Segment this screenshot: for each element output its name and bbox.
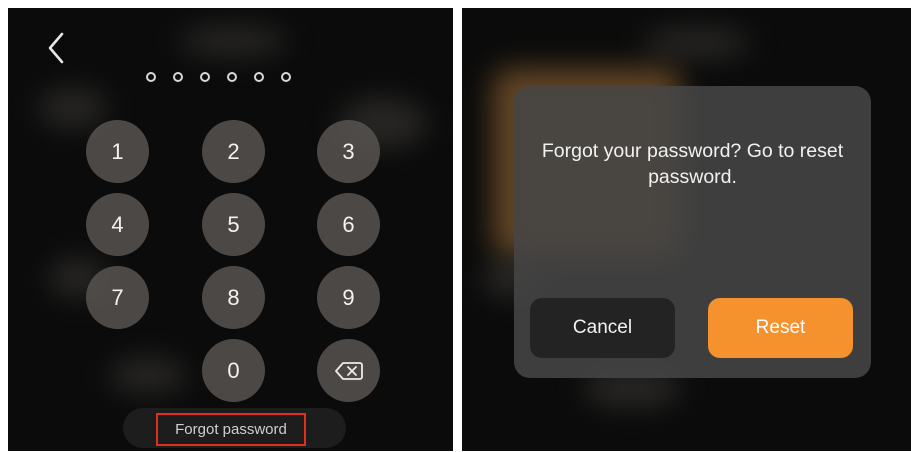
key-2[interactable]: 2 [202, 120, 265, 183]
background-blur [38, 88, 108, 128]
backspace-button[interactable] [317, 339, 380, 402]
key-3[interactable]: 3 [317, 120, 380, 183]
reset-button[interactable]: Reset [708, 298, 853, 358]
passcode-dot [254, 72, 264, 82]
key-7[interactable]: 7 [86, 266, 149, 329]
cancel-button[interactable]: Cancel [530, 298, 675, 358]
key-6[interactable]: 6 [317, 193, 380, 256]
background-blur [642, 28, 752, 58]
key-9[interactable]: 9 [317, 266, 380, 329]
back-button[interactable] [42, 30, 72, 66]
passcode-screen: 1 2 3 4 5 6 7 8 9 0 Forgot password [8, 8, 453, 451]
passcode-dot [173, 72, 183, 82]
passcode-dot [146, 72, 156, 82]
key-1[interactable]: 1 [86, 120, 149, 183]
key-5[interactable]: 5 [202, 193, 265, 256]
background-blur [178, 26, 288, 56]
reset-password-dialog: Forgot your password? Go to reset passwo… [514, 86, 871, 378]
dialog-message: Forgot your password? Go to reset passwo… [541, 140, 844, 188]
passcode-dot [200, 72, 210, 82]
key-8[interactable]: 8 [202, 266, 265, 329]
forgot-password-link[interactable]: Forgot password [156, 413, 306, 446]
reset-dialog-screen: Forgot your password? Go to reset passwo… [462, 8, 911, 451]
background-blur [108, 358, 188, 393]
backspace-icon [334, 361, 363, 380]
chevron-left-icon [48, 32, 64, 64]
key-4[interactable]: 4 [86, 193, 149, 256]
key-0[interactable]: 0 [202, 339, 265, 402]
passcode-dot [227, 72, 237, 82]
passcode-dot [281, 72, 291, 82]
passcode-dots [146, 72, 291, 82]
